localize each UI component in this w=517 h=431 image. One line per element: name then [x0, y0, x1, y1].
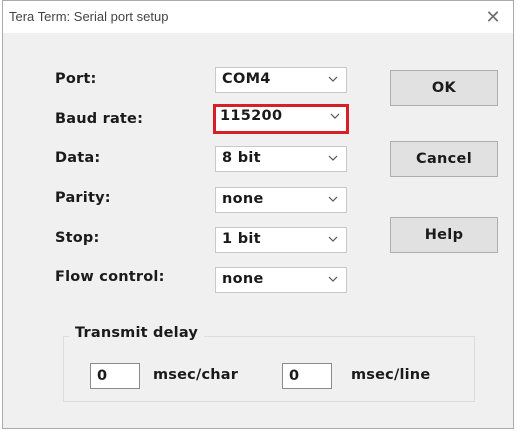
- parity-label: Parity:: [55, 190, 111, 206]
- baud-rate-label: Baud rate:: [55, 111, 144, 127]
- flow-control-label: Flow control:: [55, 269, 165, 285]
- help-button[interactable]: Help: [390, 217, 498, 253]
- port-select[interactable]: COM4: [215, 67, 347, 93]
- stop-label: Stop:: [55, 230, 100, 246]
- chevron-down-icon: [330, 113, 340, 119]
- msec-char-unit: msec/char: [153, 367, 239, 383]
- cancel-button[interactable]: Cancel: [390, 141, 498, 177]
- data-value: 8 bit: [222, 150, 261, 166]
- msec-char-input[interactable]: 0: [90, 363, 140, 389]
- chevron-down-icon: [328, 196, 338, 202]
- baud-rate-value: 115200: [220, 108, 283, 124]
- transmit-delay-title: Transmit delay: [69, 325, 205, 341]
- port-label: Port:: [55, 71, 97, 87]
- data-label: Data:: [55, 150, 101, 166]
- flow-control-select[interactable]: none: [215, 267, 347, 293]
- close-icon: ✕: [485, 6, 501, 28]
- stop-value: 1 bit: [222, 231, 261, 247]
- flow-control-value: none: [222, 271, 264, 287]
- parity-value: none: [222, 191, 264, 207]
- ok-button[interactable]: OK: [390, 70, 498, 106]
- msec-line-input[interactable]: 0: [282, 363, 332, 389]
- serial-port-setup-dialog: Tera Term: Serial port setup ✕ Port: COM…: [2, 0, 514, 429]
- baud-rate-select[interactable]: 115200: [213, 104, 349, 134]
- close-button[interactable]: ✕: [473, 1, 513, 33]
- data-select[interactable]: 8 bit: [215, 146, 347, 172]
- stop-select[interactable]: 1 bit: [215, 227, 347, 253]
- port-value: COM4: [222, 71, 271, 87]
- msec-line-unit: msec/line: [351, 367, 431, 383]
- parity-select[interactable]: none: [215, 187, 347, 213]
- title-bar: Tera Term: Serial port setup ✕: [3, 1, 513, 33]
- chevron-down-icon: [328, 276, 338, 282]
- chevron-down-icon: [328, 236, 338, 242]
- window-title: Tera Term: Serial port setup: [9, 9, 169, 24]
- chevron-down-icon: [328, 155, 338, 161]
- chevron-down-icon: [328, 76, 338, 82]
